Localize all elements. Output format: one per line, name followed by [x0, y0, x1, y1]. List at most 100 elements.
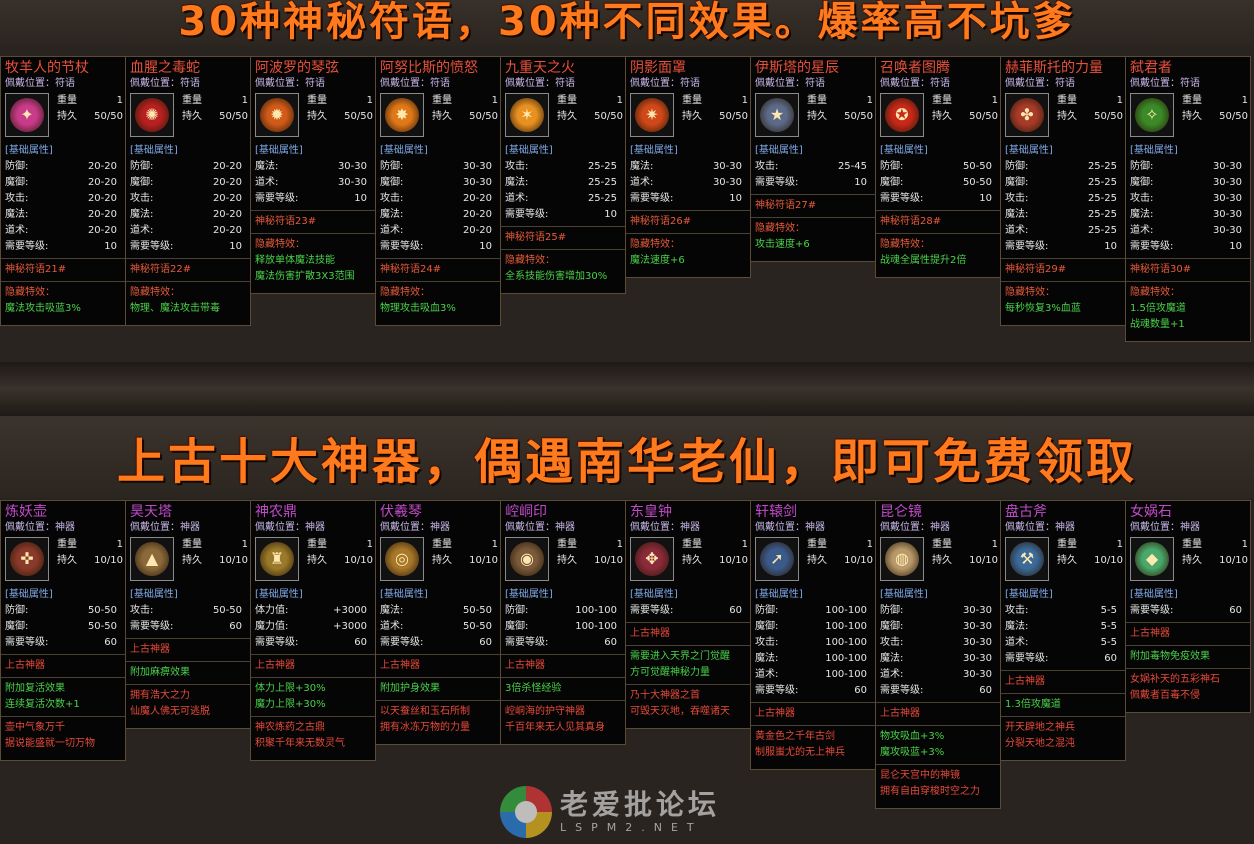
- card-padding: [1, 752, 125, 760]
- item-card[interactable]: 崆峒印 佩戴位置：神器 ◉ 重量 1 持久 10/10 [基础属性] 防御: 100-100 魔御:…: [500, 500, 626, 745]
- item-header: ✺ 重量 1 持久 50/50: [126, 91, 250, 143]
- slot-value: 神器: [1180, 522, 1200, 533]
- durability-value: 50/50: [969, 111, 998, 122]
- attribute-value: 20-20: [87, 209, 117, 220]
- item-card[interactable]: 东皇钟 佩戴位置：神器 ✥ 重量 1 持久 10/10 [基础属性] 需要等级: 60 上古神器 需要…: [625, 500, 751, 729]
- item-header: ⚒ 重量 1 持久 10/10: [1001, 535, 1125, 587]
- divider-line: [626, 645, 750, 646]
- attribute-name: 需要等级:: [1130, 241, 1174, 252]
- attribute-value: 60: [604, 637, 617, 648]
- attribute-row: 需要等级: 60: [876, 683, 1000, 699]
- attribute-value: 30-30: [962, 605, 992, 616]
- item-card[interactable]: 伏羲琴 佩戴位置：神器 ◎ 重量 1 持久 10/10 [基础属性] 魔法: 50-50 道术: 50…: [375, 500, 501, 745]
- attribute-value: +3000: [333, 621, 367, 632]
- slot-label: 佩戴位置：: [255, 78, 305, 89]
- durability-label: 持久: [307, 111, 327, 122]
- attribute-row: 魔御: 30-30: [376, 175, 500, 191]
- hammer-icon: ✤: [1010, 98, 1044, 132]
- item-card[interactable]: 赫菲斯托的力量 佩戴位置：符语 ✤ 重量 1 持久 50/50 [基础属性] 防御: 25-25 魔…: [1000, 56, 1126, 326]
- weight-value: 1: [1116, 539, 1123, 550]
- attribute-value: 60: [1229, 605, 1242, 616]
- divider-line: [376, 677, 500, 678]
- card-padding: [751, 253, 875, 261]
- item-card[interactable]: 轩辕剑 佩戴位置：神器 ➚ 重量 1 持久 10/10 [基础属性] 防御: 100-100 魔御:…: [750, 500, 876, 770]
- item-card[interactable]: 女娲石 佩戴位置：神器 ◆ 重量 1 持久 10/10 [基础属性] 需要等级: 60 上古神器 附加…: [1125, 500, 1251, 713]
- durability-value: 50/50: [94, 111, 123, 122]
- durability-value: 50/50: [844, 111, 873, 122]
- artifact-lore: 黄金色之千年古剑: [755, 731, 835, 742]
- section-divider: [0, 362, 1254, 416]
- item-card[interactable]: 盘古斧 佩戴位置：神器 ⚒ 重量 1 持久 10/10 [基础属性] 攻击: 5-5 魔法: 5-5 道…: [1000, 500, 1126, 761]
- attribute-row: 魔法: 30-30: [251, 159, 375, 175]
- attribute-value: 25-45: [837, 161, 867, 172]
- artifact-lore: 拥有浩大之力: [130, 690, 190, 701]
- sigil-id: 神秘符语24#: [380, 264, 442, 275]
- attribute-name: 需要等级:: [505, 637, 549, 648]
- item-card[interactable]: 九重天之火 佩戴位置：符语 ✶ 重量 1 持久 50/50 [基础属性] 攻击: 25-25 魔法:…: [500, 56, 626, 294]
- hidden-effect: 物理、魔法攻击带毒: [130, 303, 220, 314]
- divider-line: [626, 684, 750, 685]
- sigil-id: 神秘符语21#: [5, 264, 67, 275]
- slot-label: 佩戴位置：: [630, 78, 680, 89]
- attribute-name: 道术:: [505, 193, 529, 204]
- forum-logo-icon: [500, 786, 552, 838]
- weight-value: 1: [866, 95, 873, 106]
- attribute-name: 攻击:: [880, 637, 904, 648]
- attribute-name: 魔法:: [880, 653, 904, 664]
- durability-value: 10/10: [1094, 555, 1123, 566]
- attribute-row: 道术: 30-30: [251, 175, 375, 191]
- item-name: 阴影面罩: [630, 60, 686, 76]
- item-header: ◆ 重量 1 持久 10/10: [1126, 535, 1250, 587]
- attribute-row: 防御: 30-30: [1126, 159, 1250, 175]
- attribute-name: 需要等级:: [880, 685, 924, 696]
- weight-value: 1: [991, 539, 998, 550]
- item-weight-durability: 重量 1 持久 50/50: [932, 93, 998, 125]
- attribute-name: 魔法:: [1130, 209, 1154, 220]
- divider-line: [376, 700, 500, 701]
- hidden-effect-heading: 隐藏特效：: [1130, 287, 1180, 298]
- item-weight-durability: 重量 1 持久 10/10: [57, 537, 123, 569]
- item-card[interactable]: 阴影面罩 佩戴位置：符语 ✷ 重量 1 持久 50/50 [基础属性] 魔法: 30-30 道术: 3…: [625, 56, 751, 278]
- item-weight-durability: 重量 1 持久 10/10: [182, 537, 248, 569]
- item-card[interactable]: 昊天塔 佩戴位置：神器 ▲ 重量 1 持久 10/10 [基础属性] 攻击: 50-50 需要等级:…: [125, 500, 251, 729]
- item-weight-durability: 重量 1 持久 50/50: [557, 93, 623, 125]
- item-icon-frame: ◉: [505, 537, 549, 581]
- attribute-value: 60: [354, 637, 367, 648]
- item-card[interactable]: 阿努比斯的愤怒 佩戴位置：符语 ✸ 重量 1 持久 50/50 [基础属性] 防御: 30-30 魔…: [375, 56, 501, 326]
- attribute-name: 需要等级:: [505, 209, 549, 220]
- item-card[interactable]: 伊斯塔的星辰 佩戴位置：符语 ★ 重量 1 持久 50/50 [基础属性] 攻击: 25-45 需要…: [750, 56, 876, 262]
- artifact-lore: 佩戴者百毒不侵: [1130, 690, 1200, 701]
- attribute-value: 60: [854, 685, 867, 696]
- attribute-name: 需要等级:: [630, 193, 674, 204]
- divider-line: [376, 258, 500, 259]
- item-icon-frame: ✜: [5, 537, 49, 581]
- artifact-lore: 拥有自由穿梭时空之力: [880, 786, 980, 797]
- item-card[interactable]: 阿波罗的琴弦 佩戴位置：符语 ✹ 重量 1 持久 50/50 [基础属性] 魔法: 30-30 道术…: [250, 56, 376, 294]
- weight-label: 重量: [682, 539, 702, 550]
- hidden-effect: 物理攻击吸血3%: [380, 303, 456, 314]
- item-card[interactable]: 昆仑镜 佩戴位置：神器 ◍ 重量 1 持久 10/10 [基础属性] 防御: 30-30 魔御: 30…: [875, 500, 1001, 809]
- attribute-value: 20-20: [462, 193, 492, 204]
- item-card[interactable]: 血腥之毒蛇 佩戴位置：符语 ✺ 重量 1 持久 50/50 [基础属性] 防御: 20-20 魔御:…: [125, 56, 251, 326]
- item-slot: 佩戴位置：神器: [626, 521, 750, 535]
- attribute-value: 10: [604, 209, 617, 220]
- weight-value: 1: [866, 539, 873, 550]
- attribute-name: 需要等级:: [130, 241, 174, 252]
- item-name: 九重天之火: [505, 60, 575, 76]
- attribute-name: 需要等级:: [255, 193, 299, 204]
- weight-label: 重量: [807, 95, 827, 106]
- divider-line: [1126, 645, 1250, 646]
- attribute-value: 10: [1104, 241, 1117, 252]
- item-card[interactable]: 弑君者 佩戴位置：符语 ✧ 重量 1 持久 50/50 [基础属性] 防御: 30-30 魔御: 30…: [1125, 56, 1251, 342]
- card-padding: [376, 317, 500, 325]
- durability-label: 持久: [57, 555, 77, 566]
- item-card[interactable]: 神农鼎 佩戴位置：神器 ♜ 重量 1 持久 10/10 [基础属性] 体力值: +3000 魔力值:…: [250, 500, 376, 761]
- item-card[interactable]: 炼妖壶 佩戴位置：神器 ✜ 重量 1 持久 10/10 [基础属性] 防御: 50-50 魔御: 50…: [0, 500, 126, 761]
- attribute-name: 道术:: [5, 225, 29, 236]
- attribute-row: 攻击: 25-25: [1001, 191, 1125, 207]
- attribute-value: 5-5: [1100, 637, 1117, 648]
- item-card[interactable]: 召唤者图腾 佩戴位置：符语 ✪ 重量 1 持久 50/50 [基础属性] 防御: 50-50 魔御:…: [875, 56, 1001, 278]
- attribute-name: 魔御:: [5, 177, 29, 188]
- hidden-effect: 释放单体魔法技能: [255, 255, 335, 266]
- item-card[interactable]: 牧羊人的节杖 佩戴位置：符语 ✦ 重量 1 持久 50/50 [基础属性] 防御: 20-20 魔御…: [0, 56, 126, 326]
